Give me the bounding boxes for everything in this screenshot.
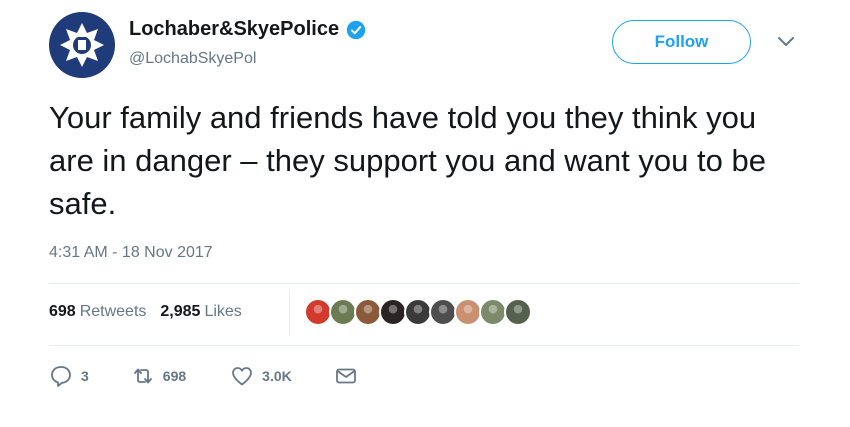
tweet-timestamp[interactable]: 4:31 AM - 18 Nov 2017: [49, 244, 213, 262]
follow-button[interactable]: Follow: [612, 20, 751, 64]
reply-icon: [51, 366, 71, 387]
tweet-card: Lochaber&SkyePolice @LochabSkyePol Follo…: [0, 0, 850, 427]
stats-separator: [289, 290, 290, 336]
tweet-text: Your family and friends have told you th…: [49, 100, 766, 221]
chevron-down-icon[interactable]: [777, 36, 795, 48]
direct-message-button[interactable]: [334, 364, 358, 388]
tweet-stats: 698 Retweets 2,985 Likes: [49, 303, 242, 321]
liker-avatars: [304, 298, 532, 326]
retweets-stat[interactable]: 698 Retweets: [49, 303, 146, 321]
like-button[interactable]: 3.0K: [230, 364, 292, 388]
liker-avatar[interactable]: [304, 298, 332, 326]
liker-avatar[interactable]: [354, 298, 382, 326]
likes-stat[interactable]: 2,985 Likes: [160, 303, 241, 321]
likes-count: 2,985: [160, 303, 201, 320]
retweets-count: 698: [49, 303, 76, 320]
divider: [49, 283, 799, 284]
name-row: Lochaber&SkyePolice: [129, 18, 366, 41]
liker-avatar[interactable]: [329, 298, 357, 326]
retweet-count: 698: [162, 368, 187, 384]
verified-badge-icon: [346, 20, 366, 39]
envelope-icon: [335, 368, 356, 384]
retweets-label: Retweets: [79, 303, 147, 320]
retweet-button[interactable]: 698: [131, 364, 186, 388]
liker-avatar[interactable]: [454, 298, 482, 326]
liker-avatar[interactable]: [479, 298, 507, 326]
user-handle[interactable]: @LochabSkyePol: [129, 50, 256, 68]
reply-count: 3: [81, 368, 89, 384]
divider: [49, 345, 799, 346]
liker-avatar[interactable]: [404, 298, 432, 326]
police-crest-icon: [60, 23, 104, 67]
tweet-actions: 3 698 3.0K: [49, 364, 358, 388]
reply-button[interactable]: 3: [49, 364, 89, 388]
liker-avatar[interactable]: [504, 298, 532, 326]
likes-label: Likes: [204, 303, 242, 320]
display-name[interactable]: Lochaber&SkyePolice: [129, 18, 339, 41]
like-count: 3.0K: [262, 368, 292, 384]
heart-icon: [232, 367, 253, 386]
avatar[interactable]: [49, 12, 115, 78]
liker-avatar[interactable]: [379, 298, 407, 326]
retweet-icon: [133, 368, 152, 384]
liker-avatar[interactable]: [429, 298, 457, 326]
